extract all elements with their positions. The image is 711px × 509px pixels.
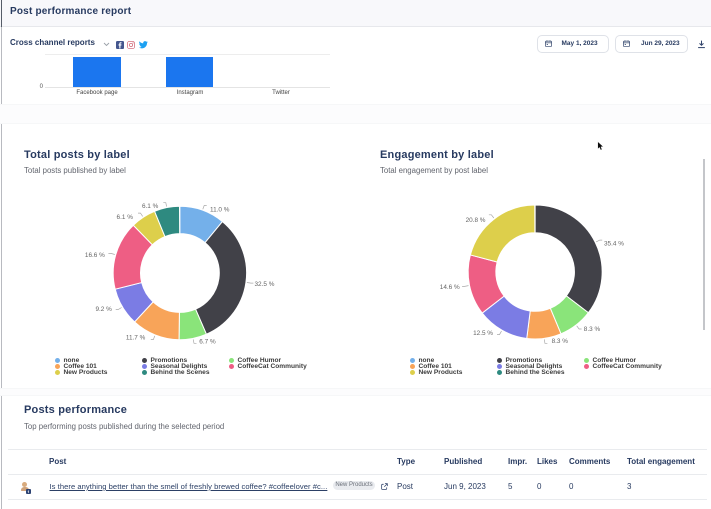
svg-text:11.7 %: 11.7 % — [126, 335, 146, 342]
svg-text:6.1 %: 6.1 % — [142, 203, 159, 210]
svg-text:6.7 %: 6.7 % — [199, 338, 216, 345]
svg-text:8.3 %: 8.3 % — [584, 326, 601, 333]
svg-text:35.4 %: 35.4 % — [604, 241, 624, 248]
svg-text:12.5 %: 12.5 % — [473, 330, 493, 337]
svg-text:9.2 %: 9.2 % — [95, 306, 112, 313]
svg-text:16.6 %: 16.6 % — [85, 252, 105, 259]
svg-text:11.0 %: 11.0 % — [210, 207, 230, 214]
svg-text:20.8 %: 20.8 % — [466, 217, 486, 224]
svg-text:14.6 %: 14.6 % — [440, 284, 460, 291]
svg-text:8.3 %: 8.3 % — [552, 338, 569, 345]
svg-text:32.5 %: 32.5 % — [255, 281, 275, 288]
svg-text:6.1 %: 6.1 % — [117, 214, 134, 221]
